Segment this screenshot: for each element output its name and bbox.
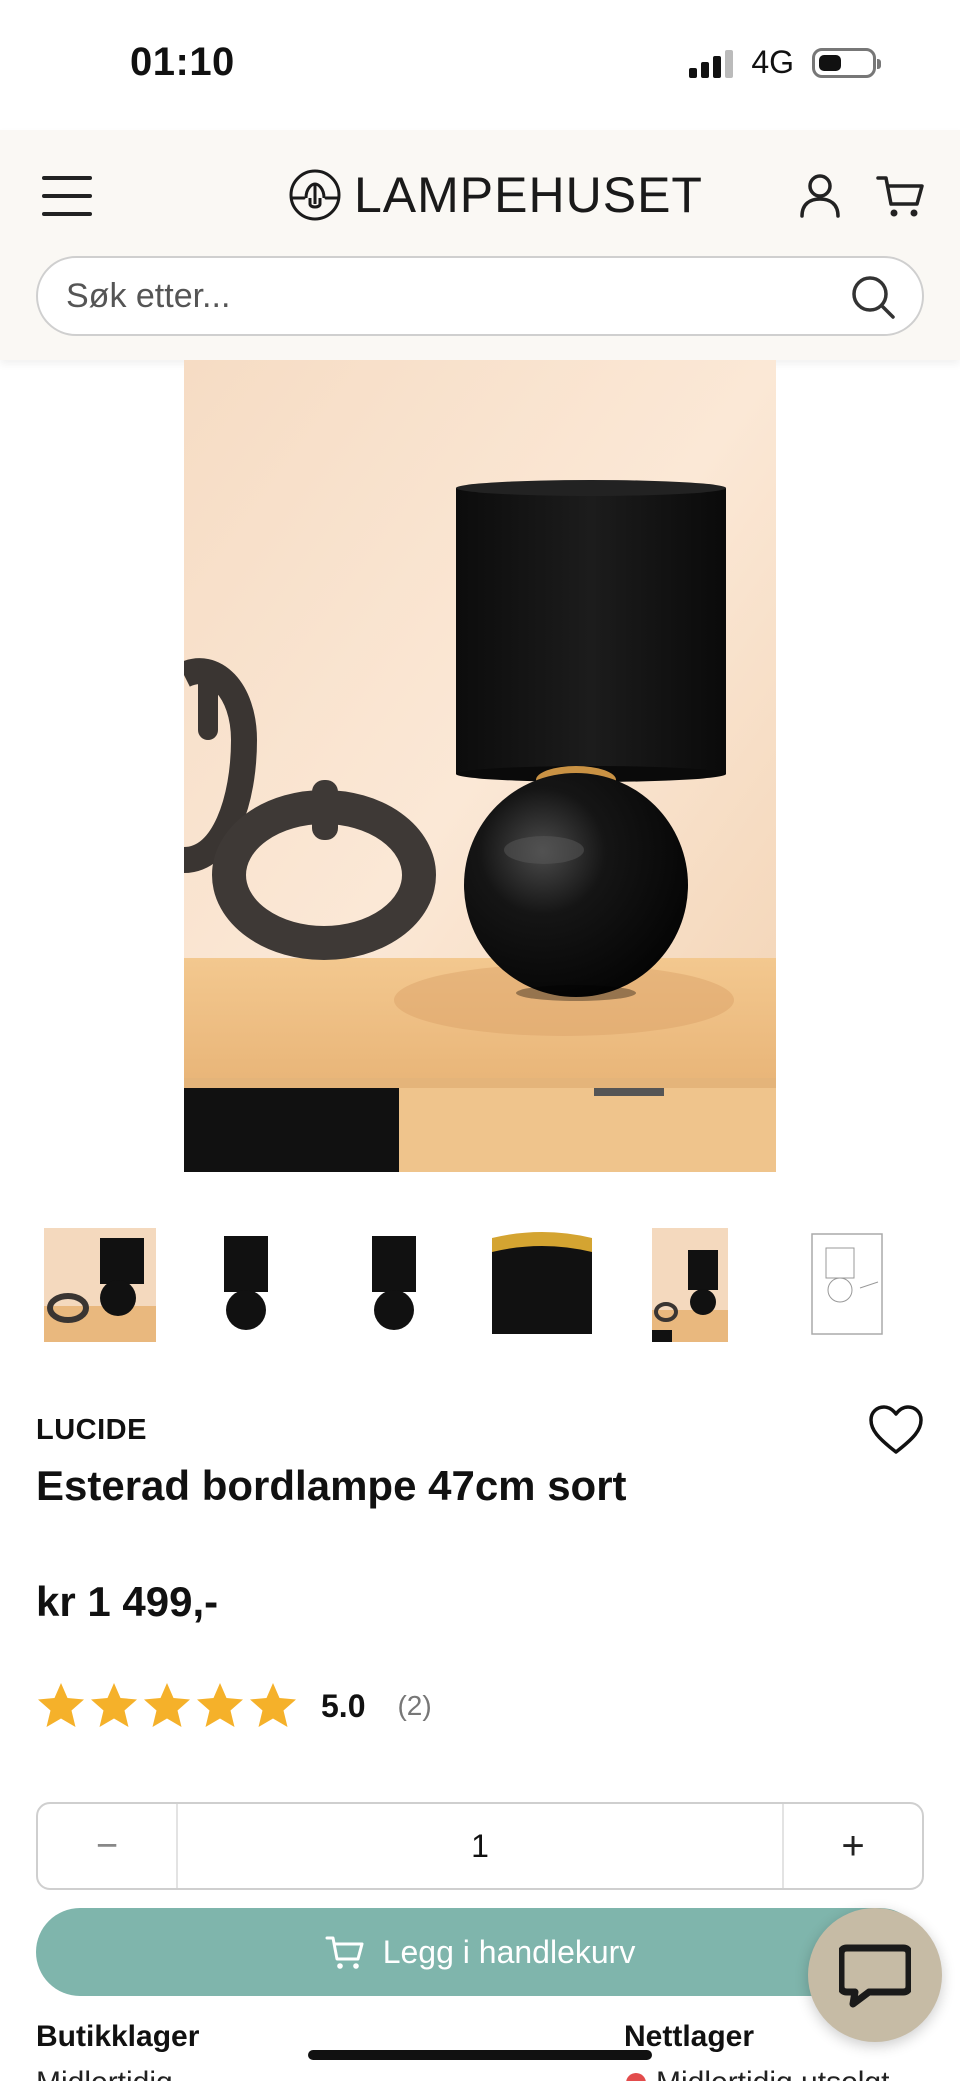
add-to-cart-button[interactable]: Legg i handlekurv xyxy=(36,1908,924,1996)
web-stock-status: Midlertidig utsolgt xyxy=(626,2066,889,2081)
cart-icon[interactable] xyxy=(876,172,926,220)
thumbnail[interactable] xyxy=(486,1228,598,1342)
status-bar: 01:10 4G xyxy=(0,0,960,130)
rating-value: 5.0 xyxy=(321,1687,366,1724)
rating-count: (2) xyxy=(397,1690,432,1721)
product-price: kr 1 499,- xyxy=(36,1578,219,1625)
quantity-value[interactable]: 1 xyxy=(178,1804,782,1888)
status-indicators: 4G xyxy=(689,44,881,81)
increase-quantity-button[interactable]: + xyxy=(782,1804,922,1888)
product-brand[interactable]: LUCIDE xyxy=(36,1414,147,1447)
logo-icon xyxy=(289,169,341,221)
thumbnail[interactable] xyxy=(44,1228,156,1342)
product-main-image[interactable] xyxy=(184,360,776,1172)
star-icon xyxy=(91,1683,137,1727)
thumbnail[interactable] xyxy=(190,1228,302,1342)
search-input[interactable] xyxy=(66,258,826,334)
star-icon xyxy=(38,1683,84,1727)
menu-icon[interactable] xyxy=(42,176,92,216)
account-icon[interactable] xyxy=(796,172,844,220)
chat-icon xyxy=(839,1944,911,2008)
search-bar xyxy=(36,256,924,336)
thumbnail[interactable] xyxy=(338,1228,450,1342)
site-logo[interactable]: LAMPEHUSET xyxy=(286,166,703,224)
logo-text: LAMPEHUSET xyxy=(354,167,703,223)
thumbnail[interactable] xyxy=(652,1228,728,1342)
chat-button[interactable] xyxy=(808,1908,942,2042)
battery-icon xyxy=(812,47,881,78)
star-icon xyxy=(197,1683,243,1727)
site-header: LAMPEHUSET xyxy=(0,130,960,360)
star-icon xyxy=(250,1683,296,1727)
star-icon xyxy=(144,1683,190,1727)
store-stock-status: Midlertidig xyxy=(36,2066,173,2081)
status-time: 01:10 xyxy=(130,40,235,84)
status-dot-icon xyxy=(626,2073,646,2081)
signal-icon xyxy=(689,48,734,78)
quantity-stepper: − 1 + xyxy=(36,1802,924,1890)
web-stock-status-text: Midlertidig utsolgt xyxy=(656,2066,889,2081)
heart-icon[interactable] xyxy=(868,1404,924,1456)
home-indicator xyxy=(308,2050,652,2060)
store-stock-label: Butikklager xyxy=(36,2020,200,2053)
decrease-quantity-button[interactable]: − xyxy=(38,1804,178,1888)
thumbnail-strip xyxy=(44,1228,924,1342)
network-type: 4G xyxy=(751,44,794,80)
product-title: Esterad bordlampe 47cm sort xyxy=(36,1462,627,1509)
thumbnail[interactable] xyxy=(800,1228,912,1342)
search-icon[interactable] xyxy=(850,274,896,320)
product-rating[interactable]: 5.0 (2) xyxy=(36,1678,432,1734)
add-to-cart-label: Legg i handlekurv xyxy=(382,1933,636,1970)
cart-icon xyxy=(325,1936,364,1969)
web-stock-label: Nettlager xyxy=(624,2020,755,2053)
